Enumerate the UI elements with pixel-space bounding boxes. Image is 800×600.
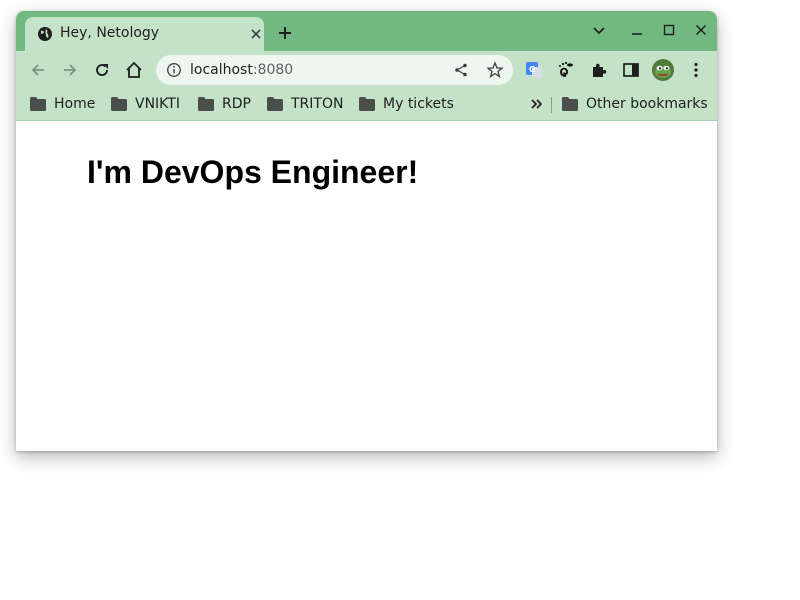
home-icon[interactable] [124, 60, 144, 80]
address-bar[interactable]: localhost:8080 [156, 55, 513, 85]
reload-icon[interactable] [92, 60, 112, 80]
folder-icon [198, 97, 214, 111]
page-heading: I'm DevOps Engineer! [87, 154, 419, 190]
bookmark-label: TRITON [291, 96, 344, 112]
bookmarks-separator [551, 97, 552, 113]
bookmark-label: RDP [222, 96, 251, 112]
globe-icon [38, 27, 52, 41]
kebab-menu-icon[interactable] [686, 60, 706, 80]
maximize-icon[interactable] [660, 21, 678, 39]
share-icon[interactable] [453, 62, 469, 78]
folder-icon [30, 97, 46, 111]
bookmark-label: Home [54, 96, 96, 112]
back-arrow-icon[interactable] [28, 60, 48, 80]
bookmark-rdp[interactable]: RDP [198, 94, 251, 114]
bookmark-home[interactable]: Home [30, 94, 95, 114]
bookmark-vnikti[interactable]: VNIKTI [111, 94, 180, 114]
side-panel-icon[interactable] [621, 60, 641, 80]
bookmark-star-icon[interactable] [486, 61, 504, 79]
url-text: localhost:8080 [190, 62, 293, 78]
close-tab-icon[interactable] [248, 26, 264, 42]
page-content: I'm DevOps Engineer! [16, 122, 717, 451]
profile-avatar-icon[interactable] [652, 59, 674, 81]
more-bookmarks-chevron-icon[interactable] [530, 97, 544, 111]
tab-search-chevron-icon[interactable] [590, 21, 608, 39]
url-host: localhost [190, 62, 253, 78]
gnome-extension-icon[interactable] [556, 60, 576, 80]
tab-title: Hey, Netology [60, 25, 160, 41]
url-port: :8080 [252, 62, 294, 78]
folder-icon [267, 97, 283, 111]
bookmark-my-tickets[interactable]: My tickets [359, 94, 454, 114]
bookmark-other[interactable]: Other bookmarks [562, 94, 708, 114]
bookmark-label: VNIKTI [135, 96, 180, 112]
browser-window: Hey, Netology localhost:8080 G Home VNIK… [16, 11, 717, 451]
new-tab-icon[interactable] [276, 24, 294, 42]
toolbar: localhost:8080 G [16, 51, 717, 89]
forward-arrow-icon[interactable] [60, 60, 80, 80]
folder-icon [359, 97, 375, 111]
svg-text:G: G [529, 65, 536, 74]
extensions-puzzle-icon[interactable] [589, 60, 609, 80]
bookmark-label: Other bookmarks [586, 96, 708, 112]
folder-icon [562, 97, 578, 111]
bookmark-triton[interactable]: TRITON [267, 94, 343, 114]
close-window-icon[interactable] [692, 21, 710, 39]
tab-strip: Hey, Netology [16, 11, 717, 51]
site-info-icon[interactable] [166, 62, 182, 78]
minimize-icon[interactable] [628, 21, 646, 39]
bookmarks-bar: Home VNIKTI RDP TRITON My tickets Other … [16, 89, 717, 121]
bookmark-label: My tickets [383, 96, 454, 112]
google-translate-icon[interactable]: G [524, 60, 544, 80]
tab-active[interactable]: Hey, Netology [25, 17, 264, 51]
folder-icon [111, 97, 127, 111]
